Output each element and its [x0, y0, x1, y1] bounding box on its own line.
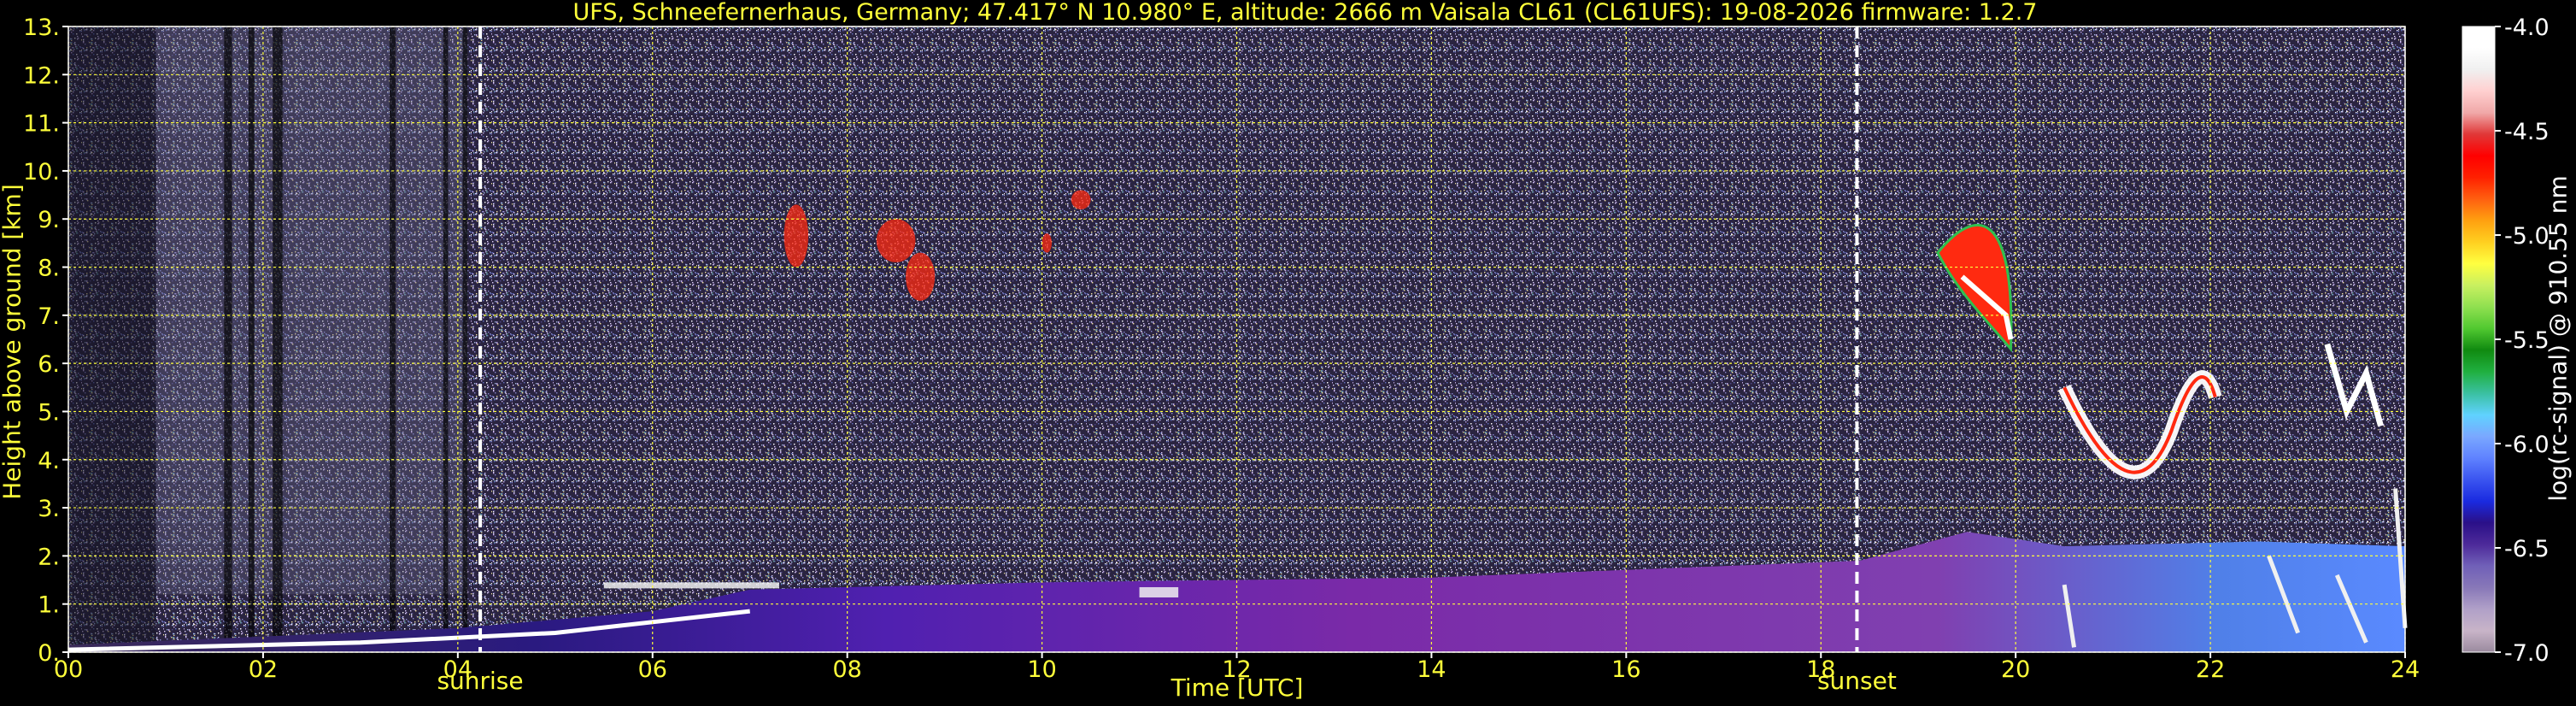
dark-stripe: [390, 26, 396, 643]
y-tick-label: 6.: [38, 351, 60, 378]
x-tick-label: 14: [1417, 656, 1446, 683]
x-tick-label: 08: [832, 656, 861, 683]
y-axis-label: Height above ground [km]: [0, 184, 26, 500]
y-tick-label: 11.: [23, 111, 60, 138]
y-tick-label: 10.: [23, 159, 60, 185]
x-tick-label: 06: [638, 656, 667, 683]
colorbar-tick-label: -5.0: [2504, 223, 2550, 250]
dark-stripe: [462, 26, 468, 643]
dark-stripe: [248, 26, 255, 643]
y-tick-label: 4.: [38, 448, 60, 474]
dark-stripe: [224, 26, 232, 643]
cirrus-cloud: [1042, 233, 1052, 253]
y-tick-label: 0.: [38, 640, 60, 667]
cirrus-cloud: [1071, 190, 1091, 209]
sunrise-label: sunrise: [437, 667, 524, 695]
colorbar-tick-label: -6.5: [2504, 536, 2550, 562]
colorbar-label: log(rc-signal) @ 910.55 nm: [2544, 175, 2573, 502]
colorbar-tick-label: -4.0: [2504, 15, 2550, 41]
cirrus-cloud: [906, 252, 936, 301]
x-tick-label: 20: [2001, 656, 2030, 683]
dark-stripe: [273, 26, 283, 643]
colorbar-tick-label: -6.0: [2504, 432, 2550, 458]
y-tick-label: 7.: [38, 303, 60, 330]
y-tick-label: 13.: [23, 15, 60, 41]
colorbar: [2462, 26, 2495, 652]
colorbar-tick-label: -7.0: [2504, 640, 2550, 667]
y-tick-label: 8.: [38, 256, 60, 282]
x-axis-label: Time [UTC]: [1171, 674, 1304, 702]
colorbar-tick-label: -4.5: [2504, 119, 2550, 145]
y-tick-label: 12.: [23, 62, 60, 89]
cirrus-cloud: [876, 219, 916, 262]
cirrus-cloud: [783, 204, 809, 268]
y-tick-label: 1.: [38, 592, 60, 619]
y-tick-label: 2.: [38, 544, 60, 570]
dark-stripe: [443, 26, 449, 643]
x-tick-label: 16: [1611, 656, 1640, 683]
sunset-label: sunset: [1816, 667, 1897, 695]
x-tick-label: 22: [2196, 656, 2225, 683]
y-tick-label: 3.: [38, 496, 60, 522]
y-tick-label: 5.: [38, 399, 60, 426]
x-tick-label: 24: [2391, 656, 2420, 683]
morning-noise-band: [155, 26, 468, 595]
y-tick-label: 9.: [38, 207, 60, 233]
residual-layer: [603, 582, 779, 589]
night-dark-band: [68, 26, 156, 648]
cloud-layer: [1139, 586, 1179, 597]
x-tick-label: 10: [1027, 656, 1056, 683]
backscatter-plot: 00 02 04 06 08 10 12 14 16 18 20 22 240.1.2.3.4.5.6.…: [23, 15, 2550, 683]
colorbar-tick-label: -5.5: [2504, 327, 2550, 354]
x-tick-label: 02: [249, 656, 278, 683]
ceilometer-figure: UFS, Schneefernerhaus, Germany; 47.417° …: [0, 0, 2576, 706]
